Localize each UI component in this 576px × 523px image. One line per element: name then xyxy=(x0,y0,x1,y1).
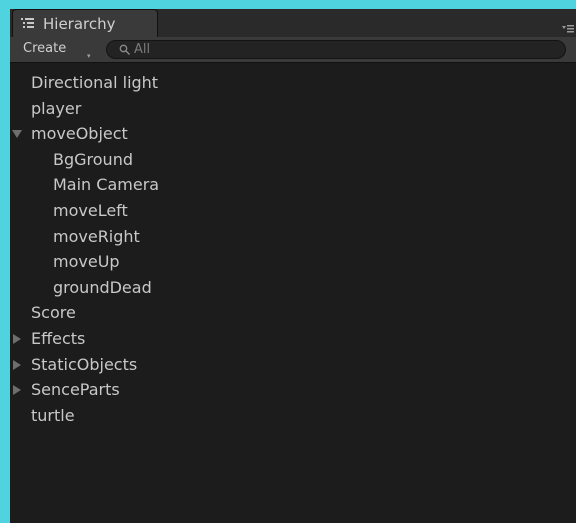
tree-item[interactable]: Directional light xyxy=(10,70,576,95)
tree-item[interactable]: turtle xyxy=(10,403,576,428)
tree-item[interactable]: StaticObjects xyxy=(10,352,576,377)
tree-item[interactable]: BgGround xyxy=(10,147,576,172)
tree-item[interactable]: Score xyxy=(10,300,576,325)
tree-item-label: turtle xyxy=(31,405,75,425)
tree-item[interactable]: moveLeft xyxy=(10,198,576,223)
search-input[interactable]: All xyxy=(134,40,150,59)
hierarchy-panel: Hierarchy Create ▾ All Directional light… xyxy=(10,9,576,523)
hierarchy-list-icon xyxy=(21,18,34,28)
tree-item-label: StaticObjects xyxy=(31,354,138,374)
expand-arrow-down-icon[interactable] xyxy=(12,121,23,146)
tree-item-label: Effects xyxy=(31,329,86,348)
tree-item[interactable]: moveUp xyxy=(10,249,576,274)
tree-item-label: player xyxy=(31,98,82,118)
search-icon xyxy=(119,44,130,55)
tree-item[interactable]: moveObject xyxy=(10,121,576,146)
tree-item-label: Main Camera xyxy=(53,175,160,195)
tab-hierarchy[interactable]: Hierarchy xyxy=(12,9,158,37)
create-label: Create xyxy=(23,41,67,56)
tree-item-label: moveLeft xyxy=(53,201,128,220)
expand-arrow-right-icon[interactable] xyxy=(12,326,23,351)
tree-item-label: moveRight xyxy=(53,226,140,246)
chevron-down-icon: ▾ xyxy=(87,52,91,60)
tab-bar: Hierarchy xyxy=(10,9,576,37)
toolbar: Create ▾ All xyxy=(10,37,576,63)
tree-item-label: moveUp xyxy=(53,252,120,272)
tree-item-label: Directional light xyxy=(31,73,159,92)
expand-arrow-right-icon[interactable] xyxy=(12,377,23,402)
tree-item-label: Score xyxy=(31,303,76,323)
tree-item[interactable]: Main Camera xyxy=(10,172,576,197)
tree-item-label: moveObject xyxy=(31,124,128,144)
tree-item[interactable]: groundDead xyxy=(10,275,576,300)
tree-item-label: groundDead xyxy=(53,277,152,297)
tree-item[interactable]: moveRight xyxy=(10,224,576,249)
tree-item[interactable]: Effects xyxy=(10,326,576,351)
panel-menu-icon[interactable] xyxy=(562,23,574,33)
tree-item[interactable]: player xyxy=(10,96,576,121)
tree-item-label: BgGround xyxy=(53,149,133,169)
search-field[interactable]: All xyxy=(106,40,566,59)
expand-arrow-right-icon[interactable] xyxy=(12,352,23,377)
tree-item[interactable]: SenceParts xyxy=(10,377,576,402)
tree-item-label: SenceParts xyxy=(31,380,120,400)
tab-label: Hierarchy xyxy=(43,15,116,33)
create-button[interactable]: Create ▾ xyxy=(13,39,99,60)
